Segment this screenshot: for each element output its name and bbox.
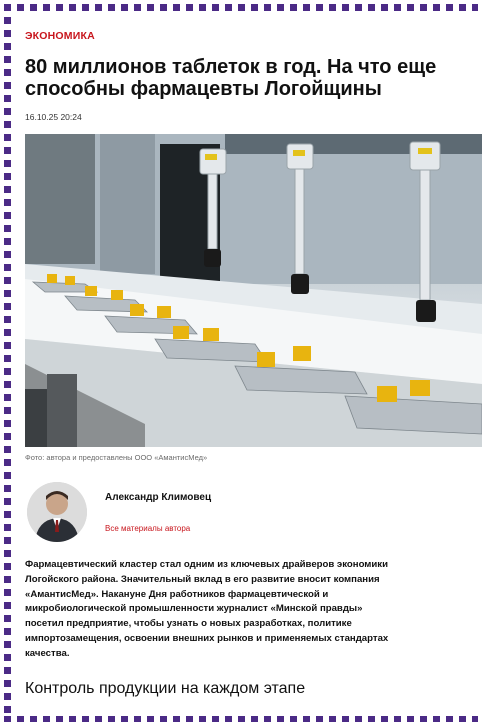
article-photo bbox=[25, 134, 482, 447]
dashed-frame-left bbox=[4, 4, 11, 720]
dashed-frame-bottom bbox=[4, 716, 478, 722]
category-link[interactable]: ЭКОНОМИКА bbox=[25, 30, 482, 42]
author-block: Александр Климовец Все материалы автора bbox=[25, 482, 482, 552]
article: ЭКОНОМИКА 80 миллионов таблеток в год. Н… bbox=[25, 18, 482, 698]
pharma-production-line-image bbox=[25, 134, 482, 447]
section-subheading: Контроль продукции на каждом этапе bbox=[25, 679, 306, 697]
author-all-materials-link[interactable]: Все материалы автора bbox=[105, 524, 190, 533]
author-name[interactable]: Александр Климовец bbox=[105, 490, 225, 506]
publish-date: 16.10.25 20:24 bbox=[25, 112, 82, 122]
author-portrait-image bbox=[27, 482, 87, 542]
article-headline: 80 миллионов таблеток в год. На что еще … bbox=[25, 56, 437, 100]
photo-caption: Фото: автора и предоставлены ООО «Аманти… bbox=[25, 453, 208, 462]
article-lead: Фармацевтический кластер стал одним из к… bbox=[25, 559, 389, 659]
author-avatar[interactable] bbox=[27, 482, 87, 542]
dashed-frame-top bbox=[4, 4, 478, 11]
